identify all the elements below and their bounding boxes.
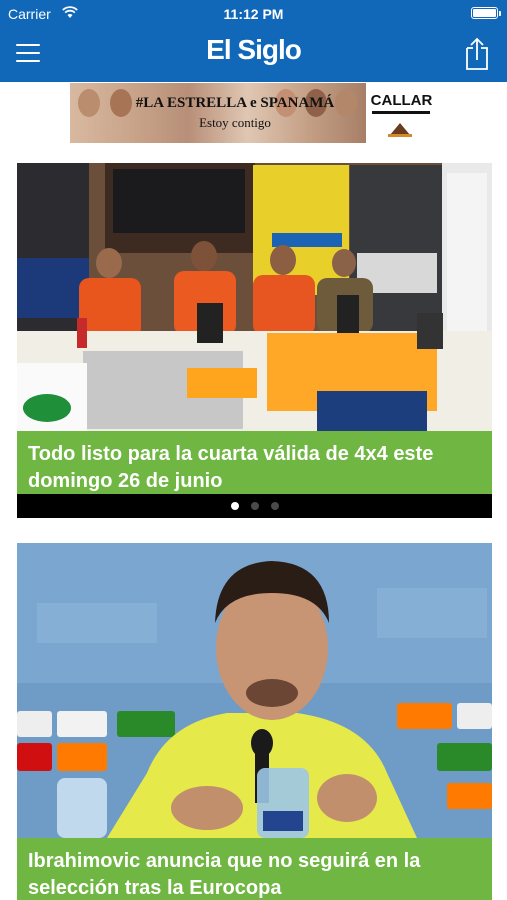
ad-side-panel: CALLAR bbox=[366, 83, 437, 143]
pager-dot[interactable] bbox=[250, 502, 259, 510]
ad-underline bbox=[372, 111, 430, 114]
article-title: Ibrahimovic anuncia que no seguirá en la… bbox=[17, 838, 492, 900]
ad-headline: #LA ESTRELLA e SPANAMÁ bbox=[135, 95, 335, 111]
article-card[interactable]: Ibrahimovic anuncia que no seguirá en la… bbox=[17, 543, 492, 900]
carousel-pager bbox=[17, 494, 492, 518]
ad-tagline: Estoy contigo bbox=[199, 115, 271, 130]
clock: 11:12 PM bbox=[223, 6, 284, 22]
article-title: Todo listo para la cuarta válida de 4x4 … bbox=[17, 431, 492, 494]
article-photo-press-conference bbox=[17, 163, 492, 431]
battery-icon bbox=[471, 7, 501, 19]
share-icon[interactable] bbox=[461, 36, 493, 72]
ad-photo-strip bbox=[70, 83, 366, 143]
article-photo-athlete bbox=[17, 543, 492, 838]
ad-side-label: CALLAR bbox=[370, 92, 433, 109]
ad-emblem-icon bbox=[388, 123, 412, 137]
status-bar: Carrier 11:12 PM bbox=[0, 0, 507, 28]
app-logo: El Siglo bbox=[206, 34, 302, 65]
app-header: Carrier 11:12 PM El Siglo bbox=[0, 0, 507, 82]
banner-ad[interactable]: #LA ESTRELLA e SPANAMÁ Estoy contigo CAL… bbox=[70, 83, 437, 143]
pager-dot[interactable] bbox=[230, 502, 239, 510]
app-logo-container: El Siglo bbox=[0, 34, 507, 66]
pager-dot[interactable] bbox=[270, 502, 279, 510]
featured-article-card[interactable]: Todo listo para la cuarta válida de 4x4 … bbox=[17, 163, 492, 518]
